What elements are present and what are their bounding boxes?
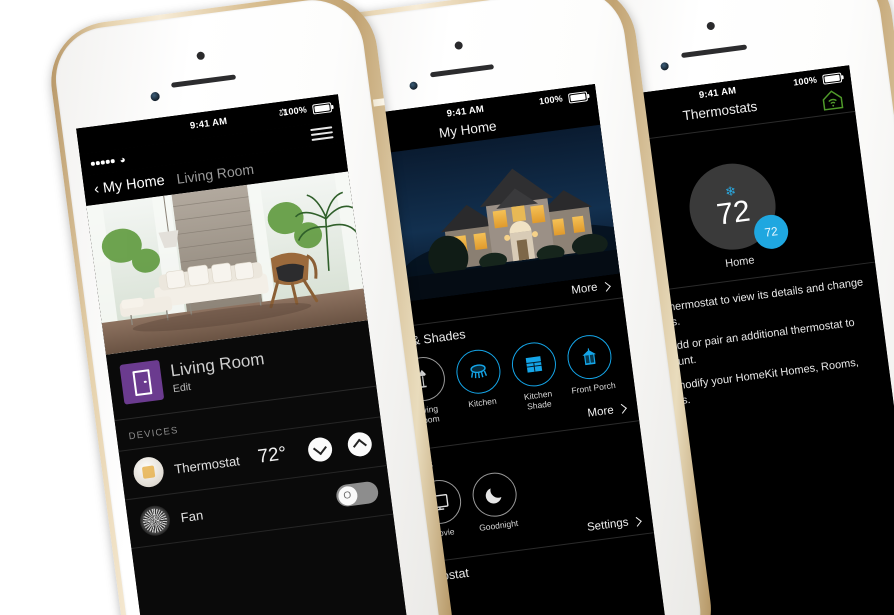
tile-label: Front Porch <box>570 379 617 396</box>
moon-icon <box>469 469 520 519</box>
battery-icon <box>567 90 589 104</box>
chevron-right-icon <box>600 281 611 292</box>
wifi-icon: ◕ <box>118 153 127 166</box>
more-label: More <box>586 403 615 420</box>
more-label: More <box>570 281 599 297</box>
window-shade-icon <box>509 339 559 390</box>
chevron-right-icon <box>617 403 627 414</box>
home-wifi-icon[interactable] <box>819 86 847 118</box>
tile-kitchen[interactable]: Kitchen <box>453 347 508 421</box>
target-temperature-badge[interactable]: 72 <box>752 212 791 251</box>
chevron-right-icon <box>631 516 642 527</box>
thermostat-label: Home <box>724 254 756 271</box>
phone1-antenna-seam <box>372 98 385 107</box>
thermostat-dial[interactable]: ❄ 72 72 <box>684 158 791 255</box>
temperature-down-button[interactable] <box>306 436 334 464</box>
tile-label: Kitchen <box>467 395 498 410</box>
device-value: 72° <box>256 443 288 468</box>
thermostat-icon <box>131 455 166 489</box>
device-name: Thermostat <box>173 452 241 477</box>
room-text-group: Living Room Edit <box>169 349 267 396</box>
current-temperature: 72 <box>714 194 753 232</box>
tile-scene-goodnight[interactable]: Goodnight <box>469 469 522 533</box>
lantern-icon <box>564 332 615 382</box>
toggle-knob: O <box>336 484 358 507</box>
chevron-down-icon <box>312 441 327 456</box>
screenshot-stage: ◕ 9:41 AM 100% Thermostats <box>0 0 894 615</box>
device-name: Fan <box>179 506 204 525</box>
tile-front-porch[interactable]: Front Porch <box>564 332 619 406</box>
door-icon <box>119 359 165 405</box>
settings-label: Settings <box>586 516 630 535</box>
battery-icon <box>822 72 843 85</box>
chevron-up-icon <box>352 438 367 453</box>
fan-power-toggle[interactable]: O <box>334 480 380 508</box>
fan-icon <box>138 503 172 538</box>
signal-strength-dots: ◕ <box>90 154 126 169</box>
pendant-light-icon <box>453 347 504 397</box>
hamburger-menu-icon[interactable] <box>310 126 334 141</box>
tile-kitchen-shade[interactable]: Kitchen Shade <box>508 339 563 414</box>
temperature-up-button[interactable] <box>346 430 374 458</box>
